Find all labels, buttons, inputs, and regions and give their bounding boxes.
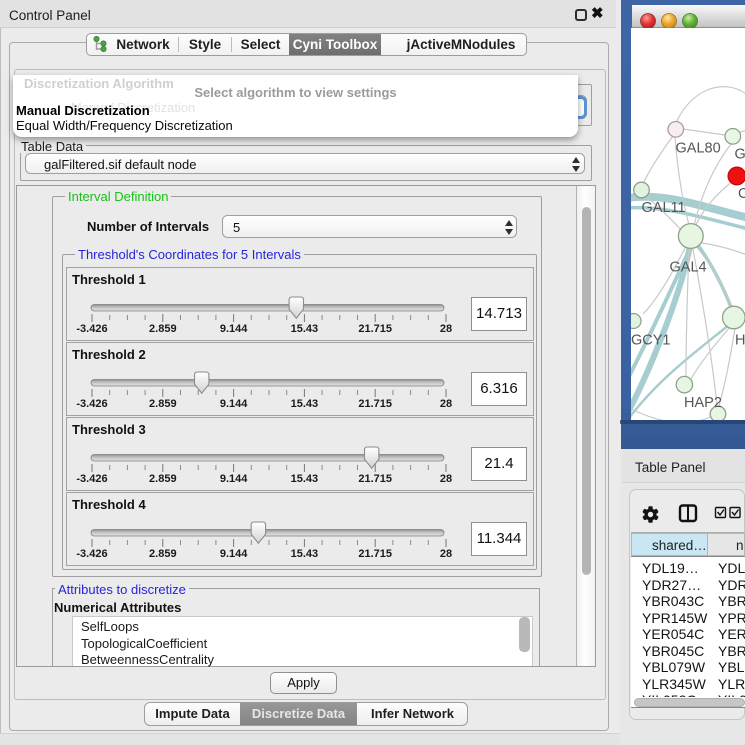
svg-text:15.43: 15.43 (291, 548, 319, 560)
svg-text:CA: CA (738, 186, 745, 202)
svg-text:2.859: 2.859 (149, 473, 177, 485)
svg-text:-3.426: -3.426 (76, 323, 107, 335)
svg-text:GCY1: GCY1 (631, 333, 671, 349)
svg-text:2.859: 2.859 (149, 323, 177, 335)
svg-text:-3.426: -3.426 (76, 548, 107, 560)
svg-text:-3.426: -3.426 (76, 398, 107, 410)
svg-text:15.43: 15.43 (291, 323, 319, 335)
svg-text:21.715: 21.715 (358, 398, 392, 410)
svg-text:-3.426: -3.426 (76, 473, 107, 485)
svg-text:21.715: 21.715 (358, 473, 392, 485)
svg-text:2.859: 2.859 (149, 548, 177, 560)
svg-text:21.715: 21.715 (358, 323, 392, 335)
svg-text:GAL1: GAL1 (735, 147, 745, 163)
svg-text:HS: HS (735, 333, 745, 349)
svg-text:28: 28 (440, 323, 452, 335)
svg-text:9.144: 9.144 (220, 473, 248, 485)
svg-text:15.43: 15.43 (291, 473, 319, 485)
svg-text:2.859: 2.859 (149, 398, 177, 410)
svg-text:9.144: 9.144 (220, 323, 248, 335)
svg-text:GAL80: GAL80 (676, 141, 721, 157)
svg-text:28: 28 (440, 473, 452, 485)
svg-text:GAL4: GAL4 (670, 260, 707, 276)
svg-text:GAL11: GAL11 (642, 200, 686, 216)
svg-text:HAP2: HAP2 (684, 395, 722, 411)
svg-text:15.43: 15.43 (291, 398, 319, 410)
svg-text:21.715: 21.715 (358, 548, 392, 560)
svg-text:28: 28 (440, 548, 452, 560)
svg-text:9.144: 9.144 (220, 548, 248, 560)
svg-text:9.144: 9.144 (220, 398, 248, 410)
svg-text:28: 28 (440, 398, 452, 410)
